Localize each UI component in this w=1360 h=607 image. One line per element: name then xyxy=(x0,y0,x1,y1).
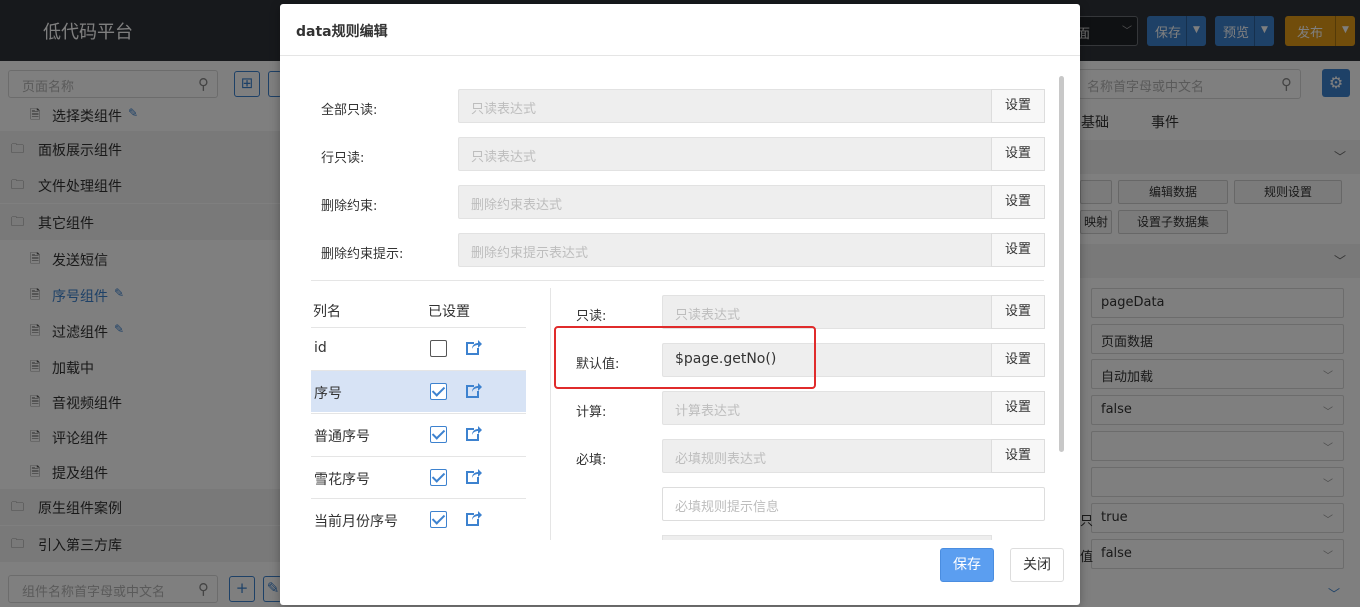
edit-rule-icon[interactable] xyxy=(463,338,483,358)
rule-label: 全部只读: xyxy=(321,103,378,118)
rule-expression-input[interactable]: 只读表达式 xyxy=(458,137,992,171)
rule-label: 删除约束提示: xyxy=(321,247,404,262)
rule-label: 行只读: xyxy=(321,151,365,166)
required-tip-placeholder: 必填规则提示信息 xyxy=(675,500,780,515)
divider xyxy=(550,288,551,540)
column-row[interactable]: id xyxy=(311,327,526,369)
divider xyxy=(311,280,1044,281)
column-rule-placeholder: 必填规则表达式 xyxy=(675,452,767,467)
column-row[interactable]: 普通序号 xyxy=(311,413,526,455)
column-rule-label: 计算: xyxy=(576,405,607,420)
set-button[interactable]: 设置 xyxy=(991,295,1045,329)
column-rule-input[interactable]: 计算表达式 xyxy=(662,391,992,425)
set-button[interactable]: 设置 xyxy=(991,439,1045,473)
required-tip-input[interactable]: 必填规则提示信息 xyxy=(662,487,1045,521)
set-button[interactable]: 设置 xyxy=(991,233,1045,267)
edit-rule-icon[interactable] xyxy=(463,509,483,529)
column-name-header: 列名 xyxy=(313,304,341,320)
set-checkbox[interactable] xyxy=(430,469,447,486)
rule-expression-placeholder: 删除约束提示表达式 xyxy=(471,246,589,261)
highlight-box xyxy=(554,326,816,389)
edit-rule-icon[interactable] xyxy=(463,381,483,401)
column-row[interactable]: 雪花序号 xyxy=(311,456,526,498)
set-button[interactable]: 设置 xyxy=(991,137,1045,171)
dialog-title: data规则编辑 xyxy=(296,24,388,40)
set-button[interactable]: 设置 xyxy=(991,185,1045,219)
rule-expression-placeholder: 删除约束表达式 xyxy=(471,198,563,213)
column-set-header: 已设置 xyxy=(428,304,470,320)
hidden-input-edge xyxy=(662,535,992,540)
column-name: 序号 xyxy=(314,386,342,402)
set-button[interactable]: 设置 xyxy=(991,343,1045,377)
scrollbar[interactable] xyxy=(1059,76,1064,452)
dialog-close-button[interactable]: 关闭 xyxy=(1010,548,1064,582)
column-name: 普通序号 xyxy=(314,429,370,445)
column-rule-input[interactable]: 必填规则表达式 xyxy=(662,439,992,473)
column-rule-placeholder: 只读表达式 xyxy=(675,308,741,323)
set-button[interactable]: 设置 xyxy=(991,391,1045,425)
edit-rule-icon[interactable] xyxy=(463,467,483,487)
set-checkbox[interactable] xyxy=(430,383,447,400)
edit-rule-icon[interactable] xyxy=(463,424,483,444)
rule-expression-placeholder: 只读表达式 xyxy=(471,102,537,117)
rule-label: 删除约束: xyxy=(321,199,378,214)
divider xyxy=(280,55,1080,56)
set-button[interactable]: 设置 xyxy=(991,89,1045,123)
rule-expression-input[interactable]: 删除约束提示表达式 xyxy=(458,233,992,267)
rule-expression-input[interactable]: 删除约束表达式 xyxy=(458,185,992,219)
set-checkbox[interactable] xyxy=(430,340,447,357)
column-name: 当前月份序号 xyxy=(314,514,398,530)
column-row[interactable]: 序号 xyxy=(311,370,526,412)
column-rule-label: 只读: xyxy=(576,309,607,324)
column-rule-label: 必填: xyxy=(576,453,607,468)
column-row[interactable]: 当前月份序号 xyxy=(311,498,526,540)
rule-edit-dialog: data规则编辑 全部只读: 只读表达式 设置 行只读: 只读表达式 设置 删除约束: 删除约… xyxy=(280,4,1080,605)
set-checkbox[interactable] xyxy=(430,511,447,528)
dialog-save-button[interactable]: 保存 xyxy=(940,548,994,582)
rule-expression-input[interactable]: 只读表达式 xyxy=(458,89,992,123)
column-rule-input[interactable]: 只读表达式 xyxy=(662,295,992,329)
column-name: id xyxy=(314,340,327,356)
set-checkbox[interactable] xyxy=(430,426,447,443)
column-name: 雪花序号 xyxy=(314,472,370,488)
rule-expression-placeholder: 只读表达式 xyxy=(471,150,537,165)
column-rule-placeholder: 计算表达式 xyxy=(675,404,741,419)
